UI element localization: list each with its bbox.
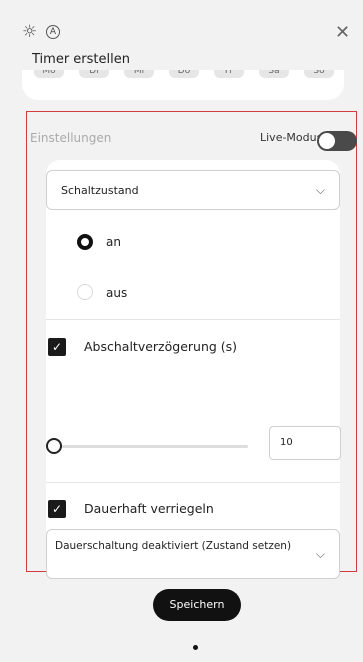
radio-aus[interactable]: [77, 284, 93, 300]
settings-card: Schaltzustand ⌵ an aus ✓ Abschaltverzöge…: [46, 160, 341, 579]
radio-an[interactable]: [77, 234, 93, 250]
off-delay-input[interactable]: 10: [269, 426, 341, 460]
permanent-lock-label: Dauerhaft verriegeln: [84, 501, 214, 516]
permanent-lock-checkbox[interactable]: ✓: [48, 500, 66, 518]
weekday-chip[interactable]: Mo: [34, 70, 64, 78]
lock-mode-select[interactable]: Dauerschaltung deaktiviert (Zustand setz…: [46, 529, 340, 579]
radio-an-label: an: [106, 235, 121, 249]
close-icon[interactable]: ✕: [335, 24, 350, 42]
weekday-chip[interactable]: Fr: [214, 70, 244, 78]
off-delay-slider-handle[interactable]: [46, 438, 62, 454]
lock-mode-select-value: Dauerschaltung deaktiviert (Zustand setz…: [55, 540, 292, 552]
off-delay-checkbox[interactable]: ✓: [48, 338, 66, 356]
weekday-chip[interactable]: Do: [169, 70, 199, 78]
radio-aus-label: aus: [106, 286, 128, 300]
chevron-down-icon: ⌵: [315, 547, 325, 561]
sun-icon[interactable]: ☼: [22, 24, 37, 41]
page-indicator-dot: [193, 645, 198, 650]
divider: [46, 319, 340, 320]
live-mode-toggle[interactable]: [317, 131, 357, 151]
auto-mode-icon[interactable]: A: [46, 25, 60, 39]
live-mode-label: Live-Modus: [260, 131, 323, 144]
toggle-knob: [319, 133, 335, 149]
off-delay-input-value: 10: [280, 437, 293, 448]
divider: [46, 482, 340, 483]
dialog-header: ☼ A ✕ Timer erstellen Mo Di Mi Do Fr Sa …: [0, 0, 363, 108]
weekday-chip[interactable]: Mi: [124, 70, 154, 78]
off-delay-label: Abschaltverzögerung (s): [84, 339, 238, 354]
weekday-chip[interactable]: So: [304, 70, 334, 78]
weekday-chip[interactable]: Di: [79, 70, 109, 78]
save-button[interactable]: Speichern: [153, 589, 241, 621]
state-select-value: Schaltzustand: [61, 184, 139, 197]
chevron-down-icon: ⌵: [315, 183, 325, 197]
off-delay-slider-track[interactable]: [54, 445, 248, 448]
weekday-selector: Mo Di Mi Do Fr Sa So: [22, 70, 344, 100]
weekday-chip[interactable]: Sa: [259, 70, 289, 78]
state-select[interactable]: Schaltzustand ⌵: [46, 170, 340, 210]
settings-panel: Einstellungen Live-Modus Schaltzustand ⌵…: [26, 111, 357, 579]
settings-label: Einstellungen: [30, 131, 112, 145]
dialog-title: Timer erstellen: [32, 52, 130, 67]
